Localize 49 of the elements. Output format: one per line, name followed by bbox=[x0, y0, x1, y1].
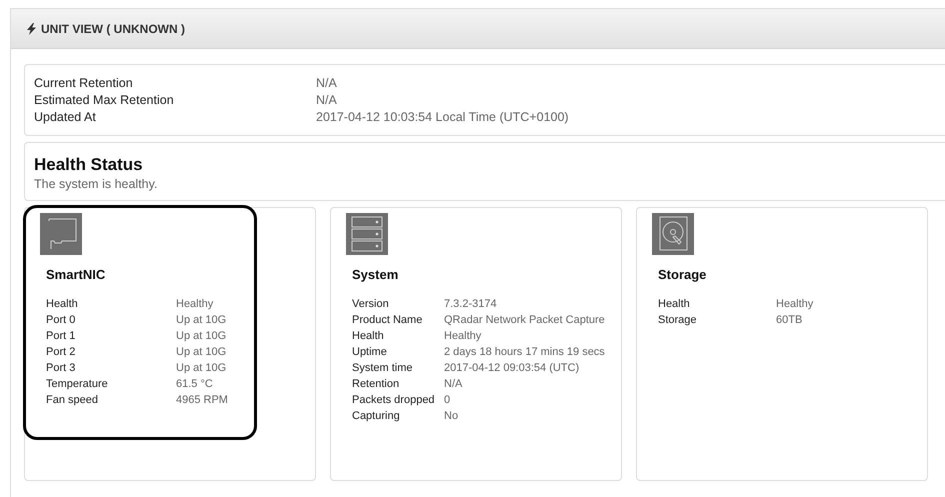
field-label: System time bbox=[352, 361, 414, 376]
card-title: Storage bbox=[658, 267, 708, 282]
field-value: Up at 10G bbox=[176, 329, 228, 344]
field-value: No bbox=[444, 409, 460, 424]
panel-title: UNIT VIEW ( UNKNOWN ) bbox=[41, 22, 185, 36]
field-label: Packets dropped bbox=[352, 393, 436, 408]
field-value: Up at 10G bbox=[176, 313, 228, 328]
field-value: QRadar Network Packet Capture bbox=[444, 313, 606, 328]
field-label: Fan speed bbox=[46, 393, 99, 408]
field-value: 0 bbox=[444, 393, 452, 408]
field-value: Up at 10G bbox=[176, 361, 228, 376]
field-value: Healthy bbox=[444, 329, 482, 344]
field-label: Health bbox=[658, 297, 691, 312]
field-label: Health bbox=[46, 297, 79, 312]
network-card-icon bbox=[40, 213, 82, 255]
health-title: Health Status bbox=[34, 155, 144, 175]
field-label: Capturing bbox=[352, 409, 401, 424]
field-label: Port 3 bbox=[46, 361, 76, 376]
field-label: Estimated Max Retention bbox=[34, 92, 175, 108]
field-value: 4965 RPM bbox=[176, 393, 229, 408]
field-label: Retention bbox=[352, 377, 400, 392]
field-label: Port 0 bbox=[46, 313, 76, 328]
field-value: N/A bbox=[316, 92, 338, 108]
field-value: 2 days 18 hours 17 mins 19 secs bbox=[444, 345, 606, 360]
field-label: Port 1 bbox=[46, 329, 76, 344]
field-value: 2017-04-12 10:03:54 Local Time (UTC+0100) bbox=[316, 109, 570, 125]
field-value: 7.3.2-3174 bbox=[444, 297, 498, 312]
field-value: 2017-04-12 09:03:54 (UTC) bbox=[444, 361, 580, 376]
lightning-icon bbox=[27, 22, 36, 34]
card-title: System bbox=[352, 267, 400, 282]
field-label: Health bbox=[352, 329, 385, 344]
field-value: 60TB bbox=[776, 313, 804, 328]
field-label: Storage bbox=[658, 313, 698, 328]
field-label: Updated At bbox=[34, 109, 97, 125]
field-value: Up at 10G bbox=[176, 345, 228, 360]
field-label: Current Retention bbox=[34, 75, 134, 91]
field-label: Uptime bbox=[352, 345, 388, 360]
field-label: Product Name bbox=[352, 313, 424, 328]
field-value: Healthy bbox=[776, 297, 814, 312]
health-message: The system is healthy. bbox=[34, 177, 158, 191]
field-value: Healthy bbox=[176, 297, 214, 312]
field-label: Version bbox=[352, 297, 390, 312]
field-value: N/A bbox=[316, 75, 338, 91]
field-value: N/A bbox=[444, 377, 464, 392]
server-icon bbox=[346, 213, 388, 255]
field-value: 61.5 °C bbox=[176, 377, 214, 392]
field-label: Temperature bbox=[46, 377, 109, 392]
field-label: Port 2 bbox=[46, 345, 76, 360]
card-title: SmartNIC bbox=[46, 267, 106, 282]
